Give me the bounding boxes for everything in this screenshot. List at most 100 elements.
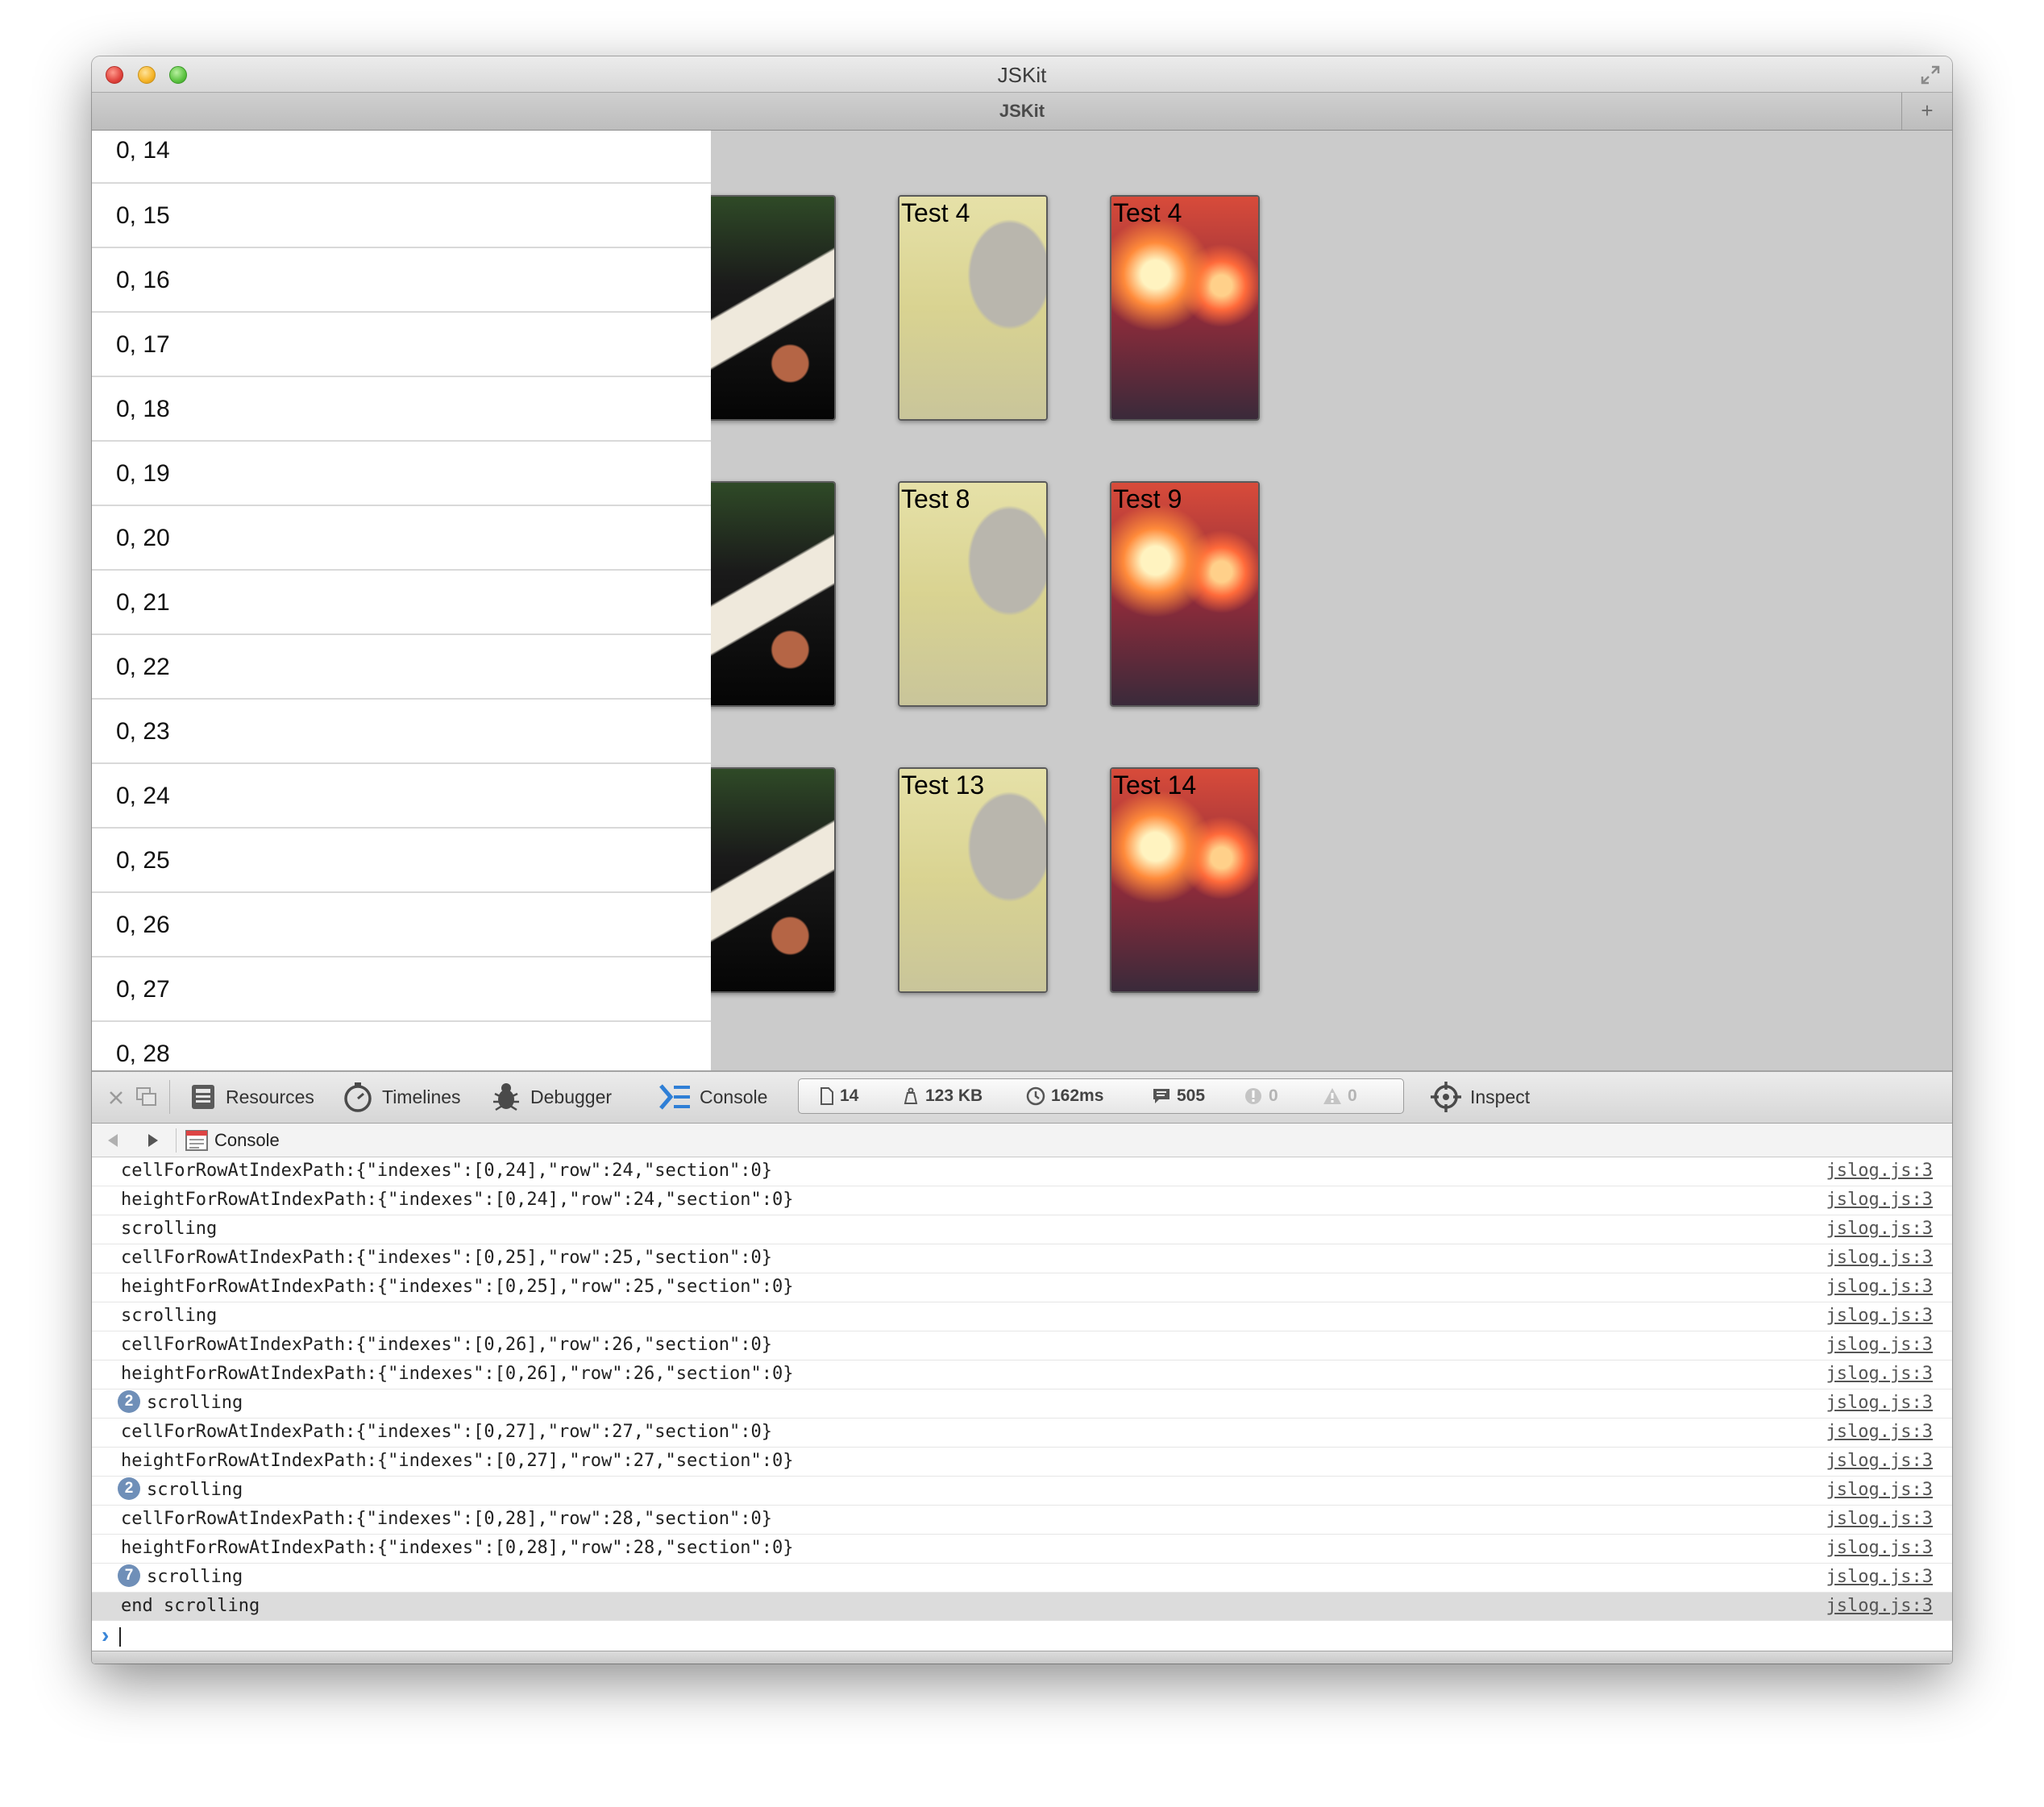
- fire-thumbnail: [1111, 483, 1258, 705]
- inspector-toolbar: Resources Timelines Debugger Console 14 …: [92, 1070, 1952, 1124]
- source-link[interactable]: jslog.js:3: [1826, 1360, 1933, 1388]
- console-message[interactable]: heightForRowAtIndexPath:{"indexes":[0,28…: [92, 1535, 1952, 1564]
- collection-cell[interactable]: Test 14: [1110, 767, 1260, 993]
- collection-cell[interactable]: [711, 481, 836, 707]
- cell-label: Test 8: [901, 484, 970, 513]
- source-link[interactable]: jslog.js:3: [1826, 1593, 1933, 1620]
- console-message[interactable]: cellForRowAtIndexPath:{"indexes":[0,25],…: [92, 1244, 1952, 1273]
- source-link[interactable]: jslog.js:3: [1826, 1331, 1933, 1359]
- resource-stats[interactable]: 14 123 KB 162ms 505 0 0: [798, 1078, 1404, 1114]
- console-message[interactable]: end scrolling jslog.js:3: [92, 1593, 1952, 1622]
- table-row[interactable]: 0, 25: [92, 829, 711, 893]
- stat-messages: 505: [1152, 1079, 1205, 1113]
- console-message[interactable]: cellForRowAtIndexPath:{"indexes":[0,27],…: [92, 1419, 1952, 1448]
- window-bottom-bar: [92, 1651, 1952, 1664]
- new-tab-button[interactable]: +: [1901, 93, 1952, 130]
- console-message[interactable]: scrolling jslog.js:3: [92, 1215, 1952, 1244]
- console-message[interactable]: scrolling jslog.js:3: [92, 1302, 1952, 1331]
- weight-icon: [904, 1087, 918, 1104]
- message-text: cellForRowAtIndexPath:{"indexes":[0,28],…: [121, 1509, 772, 1529]
- console-message[interactable]: cellForRowAtIndexPath:{"indexes":[0,28],…: [92, 1506, 1952, 1535]
- tab-timelines[interactable]: Timelines: [342, 1072, 461, 1122]
- cell-label: Test 4: [901, 198, 970, 227]
- collection-cell[interactable]: Test 4: [1110, 195, 1260, 421]
- app-window: JSKit JSKit + 0, 14 0, 15 0, 16 0, 17 0, 18 0…: [92, 56, 1952, 1664]
- console-message[interactable]: 2 scrolling jslog.js:3: [92, 1390, 1952, 1419]
- collection-cell[interactable]: Test 8: [898, 481, 1048, 707]
- forward-arrow-icon[interactable]: [147, 1133, 160, 1148]
- source-link[interactable]: jslog.js:3: [1826, 1448, 1933, 1475]
- table-row[interactable]: 0, 24: [92, 764, 711, 829]
- cell-label: Test 4: [1113, 198, 1182, 227]
- source-link[interactable]: jslog.js:3: [1826, 1215, 1933, 1243]
- table-row[interactable]: 0, 16: [92, 248, 711, 313]
- table-view[interactable]: 0, 14 0, 15 0, 16 0, 17 0, 18 0, 19 0, 20 0, 21…: [92, 131, 711, 1070]
- collection-cell[interactable]: Test 4: [898, 195, 1048, 421]
- message-icon: [1153, 1089, 1169, 1103]
- collection-cell[interactable]: Test 13: [898, 767, 1048, 993]
- tab-resources[interactable]: Resources: [189, 1072, 314, 1122]
- source-link[interactable]: jslog.js:3: [1826, 1419, 1933, 1446]
- table-row[interactable]: 0, 15: [92, 184, 711, 248]
- message-text: heightForRowAtIndexPath:{"indexes":[0,24…: [121, 1190, 794, 1210]
- stat-warnings: 0: [1323, 1079, 1357, 1113]
- source-link[interactable]: jslog.js:3: [1826, 1157, 1933, 1185]
- inspect-button[interactable]: Inspect: [1430, 1072, 1530, 1122]
- table-row[interactable]: 0, 20: [92, 506, 711, 571]
- console-message[interactable]: cellForRowAtIndexPath:{"indexes":[0,24],…: [92, 1157, 1952, 1186]
- source-link[interactable]: jslog.js:3: [1826, 1390, 1933, 1417]
- slide-thumbnail: [711, 483, 834, 705]
- table-row[interactable]: 0, 26: [92, 893, 711, 958]
- collection-cell[interactable]: [711, 195, 836, 421]
- detach-inspector-icon[interactable]: [135, 1086, 158, 1107]
- console-message[interactable]: heightForRowAtIndexPath:{"indexes":[0,26…: [92, 1360, 1952, 1390]
- table-row[interactable]: 0, 18: [92, 377, 711, 442]
- back-arrow-icon[interactable]: [106, 1133, 119, 1148]
- console-prompt[interactable]: ›: [92, 1620, 1952, 1651]
- bug-icon: [493, 1083, 519, 1111]
- table-row[interactable]: 0, 21: [92, 571, 711, 635]
- collection-cell[interactable]: [711, 767, 836, 993]
- console-message[interactable]: heightForRowAtIndexPath:{"indexes":[0,24…: [92, 1186, 1952, 1215]
- prompt-symbol: ›: [102, 1622, 110, 1647]
- console-messages[interactable]: cellForRowAtIndexPath:{"indexes":[0,24],…: [92, 1157, 1952, 1664]
- repeat-count-badge: 7: [118, 1564, 140, 1587]
- console-breadcrumb[interactable]: Console: [214, 1130, 280, 1151]
- source-link[interactable]: jslog.js:3: [1826, 1535, 1933, 1562]
- tab-console[interactable]: Console: [659, 1072, 767, 1122]
- table-row[interactable]: 0, 28: [92, 1022, 711, 1070]
- fullscreen-icon[interactable]: [1920, 64, 1941, 85]
- collection-cell[interactable]: Test 9: [1110, 481, 1260, 707]
- console-message[interactable]: 2 scrolling jslog.js:3: [92, 1477, 1952, 1506]
- console-message[interactable]: heightForRowAtIndexPath:{"indexes":[0,25…: [92, 1273, 1952, 1302]
- console-message[interactable]: heightForRowAtIndexPath:{"indexes":[0,27…: [92, 1448, 1952, 1477]
- table-row[interactable]: 0, 27: [92, 958, 711, 1022]
- table-row[interactable]: 0, 17: [92, 313, 711, 377]
- console-message[interactable]: 7 scrolling jslog.js:3: [92, 1564, 1952, 1593]
- source-link[interactable]: jslog.js:3: [1826, 1186, 1933, 1214]
- tab-timelines-label: Timelines: [382, 1086, 461, 1107]
- message-text: scrolling: [147, 1480, 243, 1500]
- table-row[interactable]: 0, 23: [92, 700, 711, 764]
- collection-view[interactable]: Test 1Test 2Test 4Test 4Test 5Test 6Test…: [711, 131, 1952, 1070]
- source-link[interactable]: jslog.js:3: [1826, 1506, 1933, 1533]
- console-message[interactable]: cellForRowAtIndexPath:{"indexes":[0,26],…: [92, 1331, 1952, 1360]
- source-link[interactable]: jslog.js:3: [1826, 1273, 1933, 1301]
- repeat-count-badge: 2: [118, 1390, 140, 1413]
- app-content: 0, 14 0, 15 0, 16 0, 17 0, 18 0, 19 0, 20 0, 21…: [92, 131, 1952, 1070]
- message-text: heightForRowAtIndexPath:{"indexes":[0,27…: [121, 1451, 794, 1471]
- tab-debugger[interactable]: Debugger: [490, 1072, 612, 1122]
- close-inspector-icon[interactable]: [108, 1090, 124, 1106]
- source-link[interactable]: jslog.js:3: [1826, 1477, 1933, 1504]
- clock-icon: [1026, 1086, 1045, 1106]
- table-row[interactable]: 0, 14: [92, 131, 711, 184]
- source-link[interactable]: jslog.js:3: [1826, 1302, 1933, 1330]
- error-icon: [1245, 1088, 1261, 1104]
- table-row[interactable]: 0, 22: [92, 635, 711, 700]
- tab-jskit[interactable]: JSKit: [92, 101, 1952, 122]
- source-link[interactable]: jslog.js:3: [1826, 1564, 1933, 1591]
- source-link[interactable]: jslog.js:3: [1826, 1244, 1933, 1272]
- table-row[interactable]: 0, 19: [92, 442, 711, 506]
- resources-icon: [192, 1085, 214, 1109]
- console-log-icon: [185, 1130, 208, 1151]
